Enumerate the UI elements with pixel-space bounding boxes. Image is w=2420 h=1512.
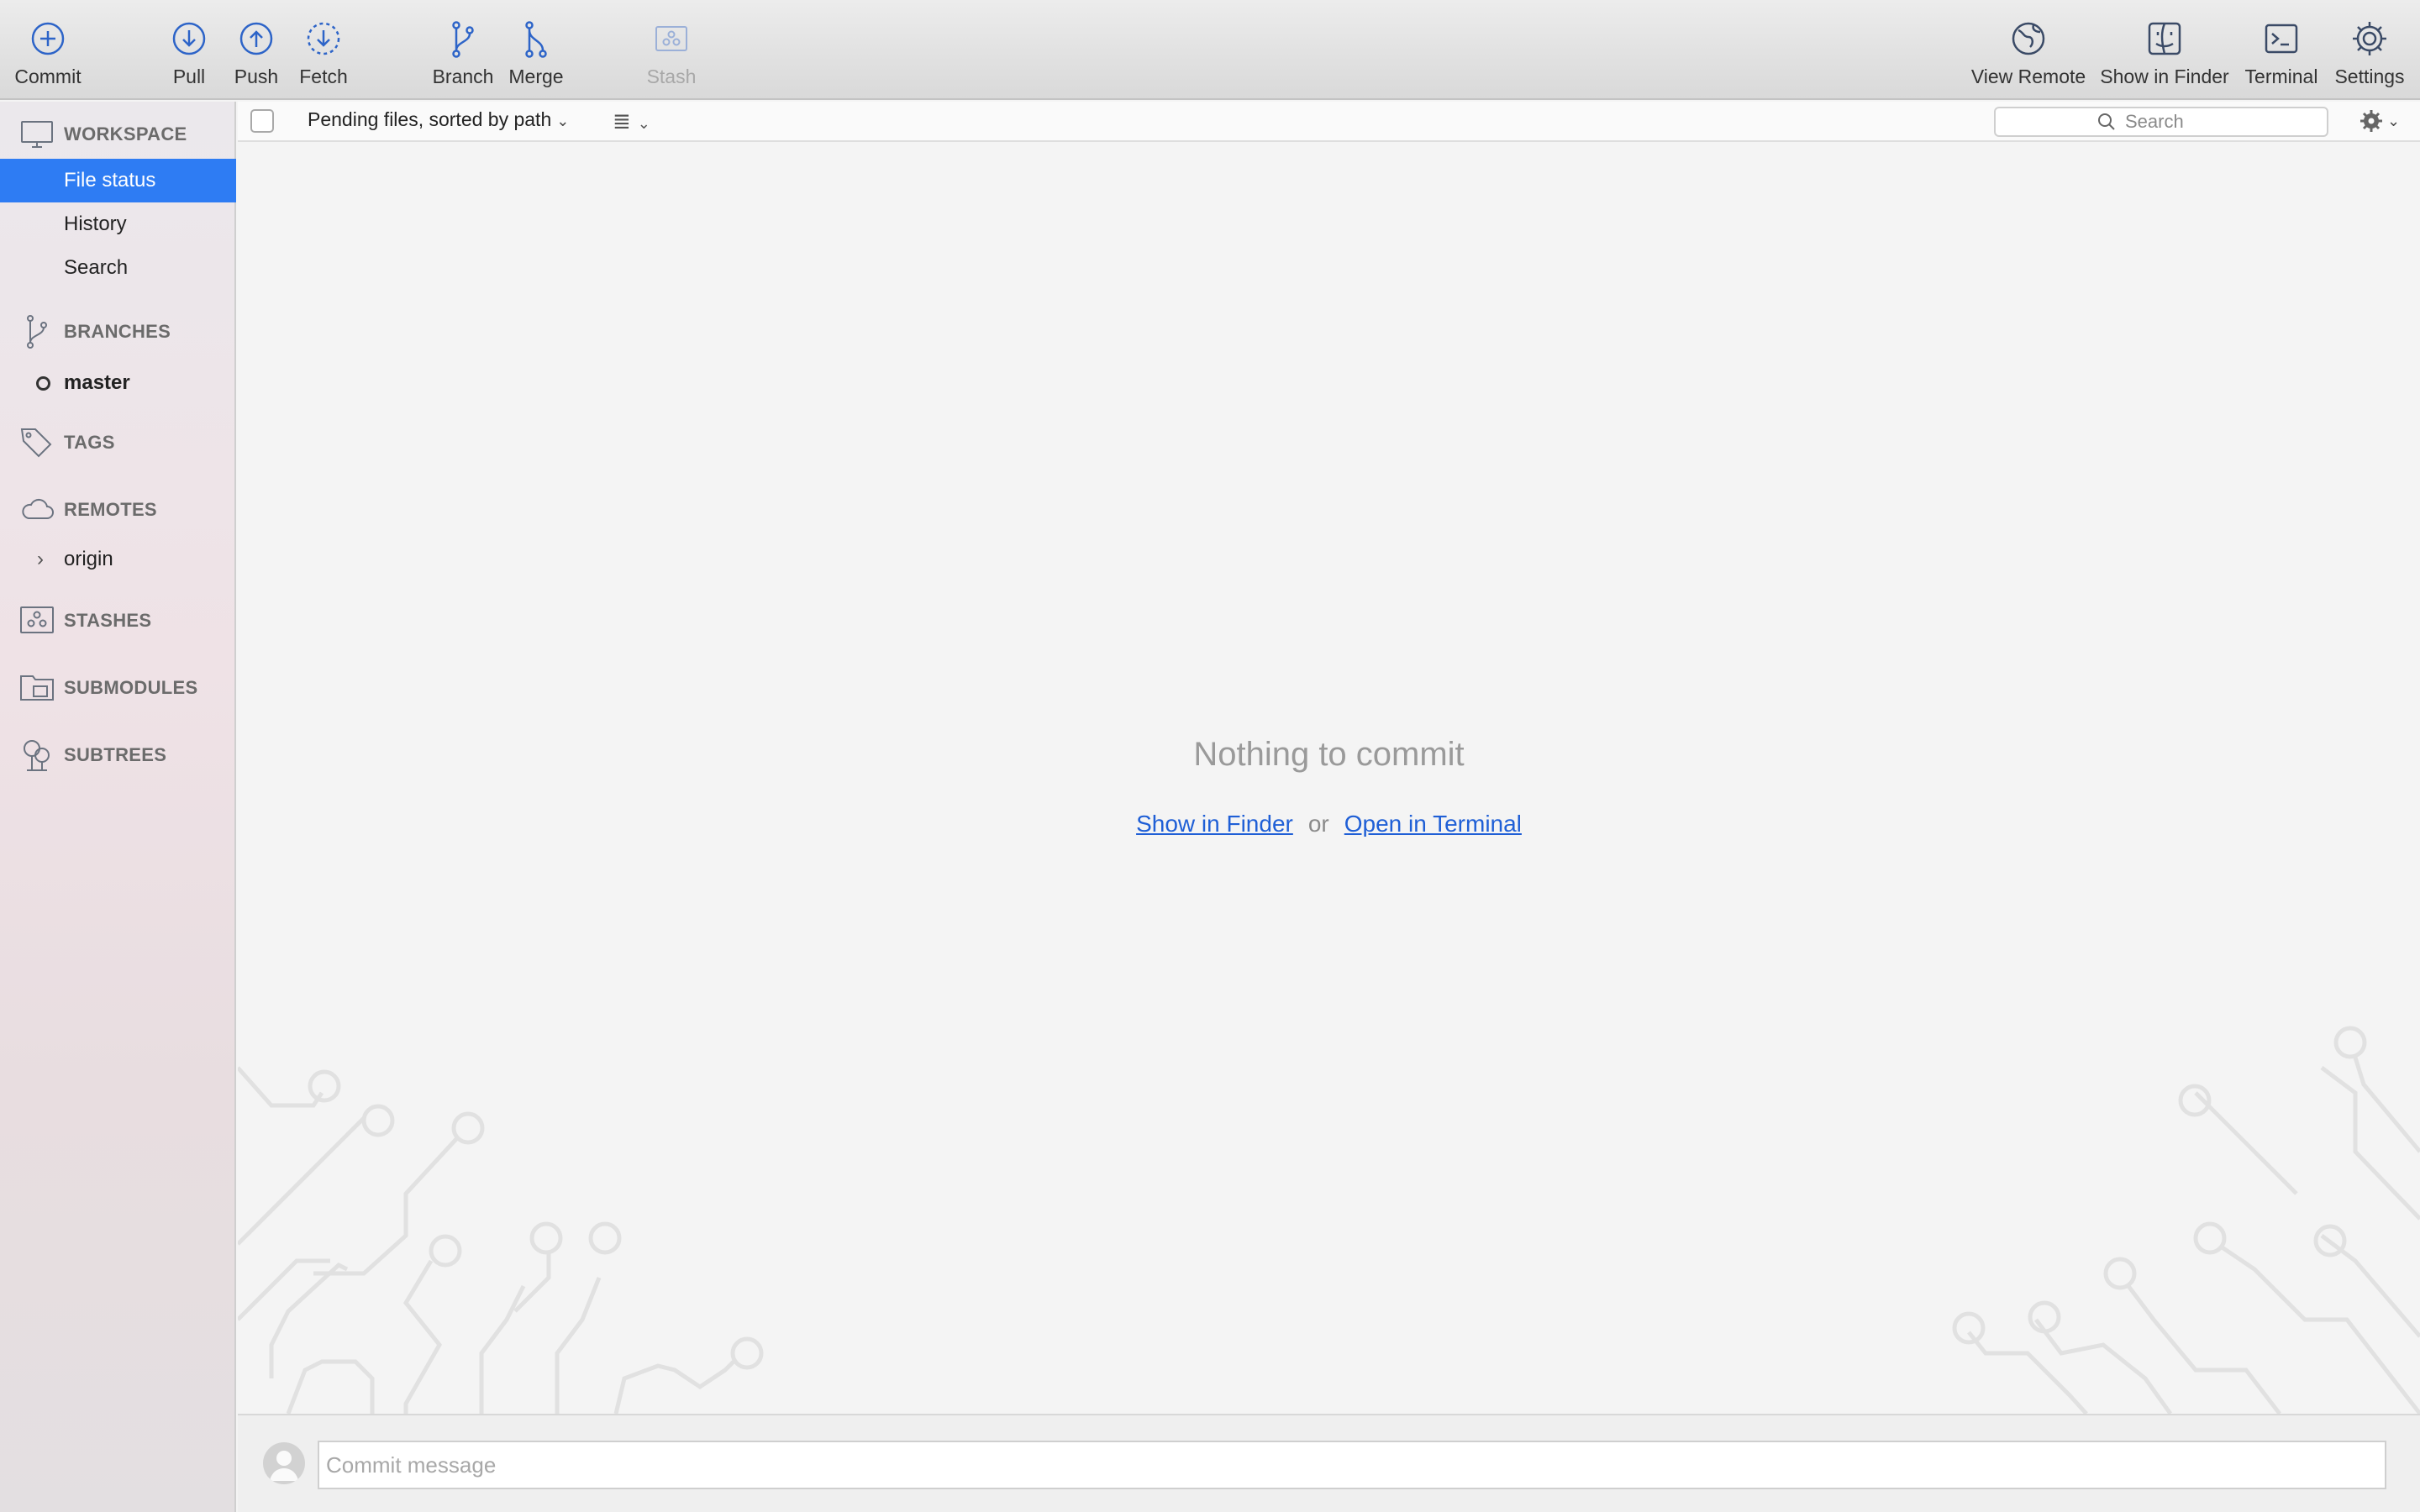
show-in-finder-button[interactable]: Show in Finder	[2100, 18, 2229, 88]
sidebar-section-submodules[interactable]: SUBMODULES	[0, 667, 236, 709]
terminal-label: Terminal	[2244, 66, 2318, 87]
or-separator: or	[1307, 811, 1329, 837]
commit-button[interactable]: Commit	[0, 18, 107, 88]
submodule-icon	[20, 675, 54, 701]
chevron-down-icon: ⌄	[637, 115, 650, 132]
commit-message-input[interactable]	[318, 1441, 2386, 1489]
show-in-finder-link[interactable]: Show in Finder	[1136, 811, 1293, 837]
options-menu-button[interactable]: ⌄	[2359, 108, 2400, 134]
sidebar-item-file-status[interactable]: File status	[0, 159, 236, 202]
sidebar-section-workspace[interactable]: WORKSPACE	[0, 113, 236, 155]
finder-icon	[2148, 22, 2181, 55]
chevron-down-icon: ⌄	[556, 113, 570, 129]
current-branch-icon	[36, 375, 50, 391]
stash-button[interactable]: Stash	[613, 18, 730, 88]
sidebar-section-remotes[interactable]: REMOTES	[0, 489, 236, 531]
search-icon	[2098, 113, 2115, 130]
select-all-checkbox[interactable]	[250, 109, 274, 133]
sidebar-item-label: Search	[64, 256, 129, 279]
globe-icon	[2012, 22, 2045, 55]
empty-state-title: Nothing to commit	[1193, 736, 1465, 773]
fetch-label: Fetch	[299, 66, 348, 87]
user-icon	[270, 1451, 298, 1481]
merge-button[interactable]: Merge	[477, 18, 595, 88]
search-field[interactable]	[1994, 107, 2328, 137]
sidebar-item-label: origin	[64, 548, 113, 570]
fetch-icon	[307, 22, 340, 55]
sidebar-item-label: master	[64, 371, 130, 394]
gear-icon	[2360, 110, 2382, 132]
open-in-terminal-link[interactable]: Open in Terminal	[1344, 811, 1522, 837]
cloud-icon	[22, 498, 54, 519]
stash-label: Stash	[646, 66, 697, 87]
view-remote-label: View Remote	[1970, 66, 2086, 87]
sidebar-section-stashes[interactable]: STASHES	[0, 600, 236, 642]
avatar	[263, 1442, 305, 1484]
file-status-panel: Nothing to commit Show in Finder or Open i…	[238, 144, 2420, 1414]
view-mode-dropdown[interactable]: ≣ ⌄	[613, 108, 650, 134]
fetch-button[interactable]: Fetch	[265, 18, 382, 88]
branches-heading: BRANCHES	[64, 321, 171, 342]
stashes-heading: STASHES	[64, 610, 152, 631]
merge-label: Merge	[508, 66, 564, 87]
empty-state-actions: Show in Finder or Open in Terminal	[238, 811, 2420, 837]
tags-heading: TAGS	[64, 432, 115, 453]
toolbar: Commit Pull Push Fetch Branch Merge Stas…	[0, 0, 2420, 100]
sidebar-item-label: History	[64, 213, 127, 235]
sidebar-item-search[interactable]: Search	[0, 246, 236, 290]
sort-dropdown[interactable]: Pending files, sorted by path ⌄	[308, 108, 569, 131]
gear-icon	[2353, 22, 2386, 55]
branch-icon	[27, 315, 47, 349]
show-in-finder-label: Show in Finder	[2100, 66, 2229, 87]
chevron-right-icon[interactable]: ›	[37, 548, 44, 571]
sidebar-item-history[interactable]: History	[0, 202, 236, 246]
stash-icon	[655, 26, 687, 51]
sidebar-item-remote-origin[interactable]: › origin	[0, 538, 236, 581]
sidebar-item-branch-master[interactable]: master	[0, 361, 236, 405]
sidebar-section-subtrees[interactable]: SUBTREES	[0, 734, 236, 776]
list-icon: ≣	[613, 108, 631, 134]
remotes-heading: REMOTES	[64, 499, 157, 520]
sidebar-section-branches[interactable]: BRANCHES	[0, 311, 236, 353]
settings-label: Settings	[2334, 66, 2405, 87]
sidebar-section-tags[interactable]: TAGS	[0, 422, 236, 464]
commit-icon	[31, 22, 65, 55]
workspace-heading: WORKSPACE	[64, 123, 187, 144]
terminal-icon	[2265, 24, 2298, 54]
settings-button[interactable]: Settings	[2311, 18, 2420, 88]
search-input[interactable]	[2125, 111, 2226, 133]
stash-icon	[20, 606, 54, 633]
submodules-heading: SUBMODULES	[64, 677, 198, 698]
commit-message-bar	[238, 1414, 2420, 1512]
circuit-background-decoration	[238, 1026, 2420, 1414]
monitor-icon	[21, 121, 53, 148]
sidebar: WORKSPACE File status History Search BRA…	[0, 102, 236, 1512]
chevron-down-icon: ⌄	[2387, 112, 2401, 129]
subtree-icon	[24, 740, 50, 771]
sidebar-item-label: File status	[64, 169, 156, 192]
subtrees-heading: SUBTREES	[64, 744, 167, 765]
tag-icon	[20, 428, 52, 458]
view-remote-button[interactable]: View Remote	[1970, 18, 2087, 88]
file-list-header: Pending files, sorted by path⌄ ≣⌄ ⌄	[238, 102, 2420, 142]
commit-label: Commit	[14, 66, 82, 87]
merge-icon	[525, 21, 547, 58]
sort-dropdown-label: Pending files, sorted by path	[308, 108, 552, 130]
